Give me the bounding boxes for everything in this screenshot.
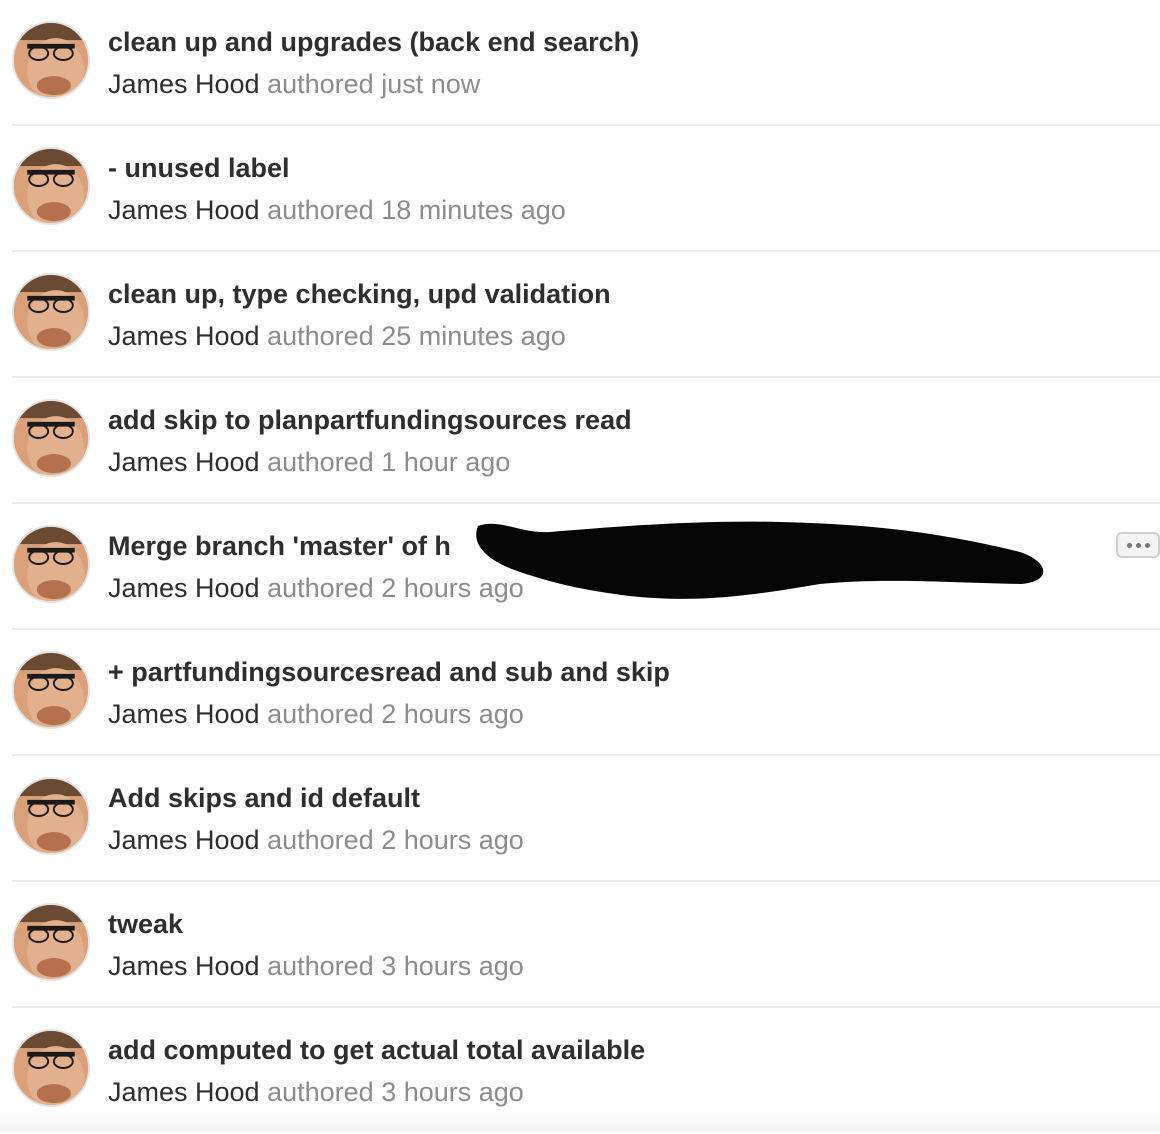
commit-meta: James Hood authored 3 hours ago — [108, 948, 1080, 984]
commit-meta: James Hood authored just now — [108, 66, 1080, 102]
commit-time: 3 hours ago — [381, 1077, 524, 1107]
commit-title[interactable]: + partfundingsourcesread and sub and ski… — [108, 654, 1080, 690]
avatar[interactable] — [12, 147, 90, 225]
commit-meta: James Hood authored 2 hours ago — [108, 696, 1080, 732]
author-name[interactable]: James Hood — [108, 951, 260, 981]
authored-label: authored — [267, 1077, 374, 1107]
commit-title[interactable]: add computed to get actual total availab… — [108, 1032, 1080, 1068]
authored-label: authored — [267, 321, 374, 351]
more-button[interactable] — [1116, 532, 1160, 558]
commit-title[interactable]: - unused label — [108, 150, 1080, 186]
authored-label: authored — [267, 447, 374, 477]
commit-row: + partfundingsourcesread and sub and ski… — [12, 630, 1160, 756]
user-avatar-photo — [14, 527, 88, 601]
ellipsis-icon — [1126, 542, 1150, 548]
user-avatar-photo — [14, 23, 88, 97]
user-avatar-photo — [14, 401, 88, 475]
commit-list: clean up and upgrades (back end search) … — [12, 0, 1160, 1134]
commit-title[interactable]: Add skips and id default — [108, 780, 1080, 816]
user-avatar-photo — [14, 905, 88, 979]
commit-title[interactable]: clean up and upgrades (back end search) — [108, 24, 1080, 60]
commit-title[interactable]: tweak — [108, 906, 1080, 942]
commit-meta: James Hood authored 18 minutes ago — [108, 192, 1080, 228]
commit-meta: James Hood authored 25 minutes ago — [108, 318, 1080, 354]
avatar[interactable] — [12, 21, 90, 99]
commit-time: 1 hour ago — [381, 447, 511, 477]
commit-time: just now — [381, 69, 481, 99]
avatar[interactable] — [12, 903, 90, 981]
authored-label: authored — [267, 69, 374, 99]
authored-label: authored — [267, 825, 374, 855]
commit-row: clean up, type checking, upd validation … — [12, 252, 1160, 378]
commit-meta: James Hood authored 3 hours ago — [108, 1074, 1080, 1110]
commit-row: add skip to planpartfundingsources read … — [12, 378, 1160, 504]
authored-label: authored — [267, 195, 374, 225]
author-name[interactable]: James Hood — [108, 1077, 260, 1107]
commit-row: tweak James Hood authored 3 hours ago — [12, 882, 1160, 1008]
user-avatar-photo — [14, 1031, 88, 1105]
commit-time: 18 minutes ago — [381, 195, 566, 225]
user-avatar-photo — [14, 779, 88, 853]
authored-label: authored — [267, 951, 374, 981]
avatar[interactable] — [12, 777, 90, 855]
author-name[interactable]: James Hood — [108, 699, 260, 729]
user-avatar-photo — [14, 275, 88, 349]
commit-time: 2 hours ago — [381, 573, 524, 603]
commit-meta: James Hood authored 2 hours ago — [108, 822, 1080, 858]
commit-time: 3 hours ago — [381, 951, 524, 981]
author-name[interactable]: James Hood — [108, 825, 260, 855]
user-avatar-photo — [14, 653, 88, 727]
authored-label: authored — [267, 573, 374, 603]
avatar[interactable] — [12, 525, 90, 603]
authored-label: authored — [267, 699, 374, 729]
commit-time: 2 hours ago — [381, 825, 524, 855]
commit-row: Add skips and id default James Hood auth… — [12, 756, 1160, 882]
avatar[interactable] — [12, 399, 90, 477]
commit-meta: James Hood authored 2 hours ago — [108, 570, 1080, 606]
commit-row: - unused label James Hood authored 18 mi… — [12, 126, 1160, 252]
author-name[interactable]: James Hood — [108, 69, 260, 99]
commit-title[interactable]: clean up, type checking, upd validation — [108, 276, 1080, 312]
commit-row: clean up and upgrades (back end search) … — [12, 0, 1160, 126]
author-name[interactable]: James Hood — [108, 447, 260, 477]
author-name[interactable]: James Hood — [108, 573, 260, 603]
commit-time: 25 minutes ago — [381, 321, 566, 351]
commit-title[interactable]: add skip to planpartfundingsources read — [108, 402, 1080, 438]
avatar[interactable] — [12, 1029, 90, 1107]
avatar[interactable] — [12, 651, 90, 729]
bottom-fade — [0, 1112, 1160, 1132]
commit-title[interactable]: Merge branch 'master' of h ... — [108, 528, 1080, 564]
user-avatar-photo — [14, 149, 88, 223]
commit-time: 2 hours ago — [381, 699, 524, 729]
avatar[interactable] — [12, 273, 90, 351]
author-name[interactable]: James Hood — [108, 195, 260, 225]
author-name[interactable]: James Hood — [108, 321, 260, 351]
commit-row: Merge branch 'master' of h ... James Hoo… — [12, 504, 1160, 630]
commit-meta: James Hood authored 1 hour ago — [108, 444, 1080, 480]
